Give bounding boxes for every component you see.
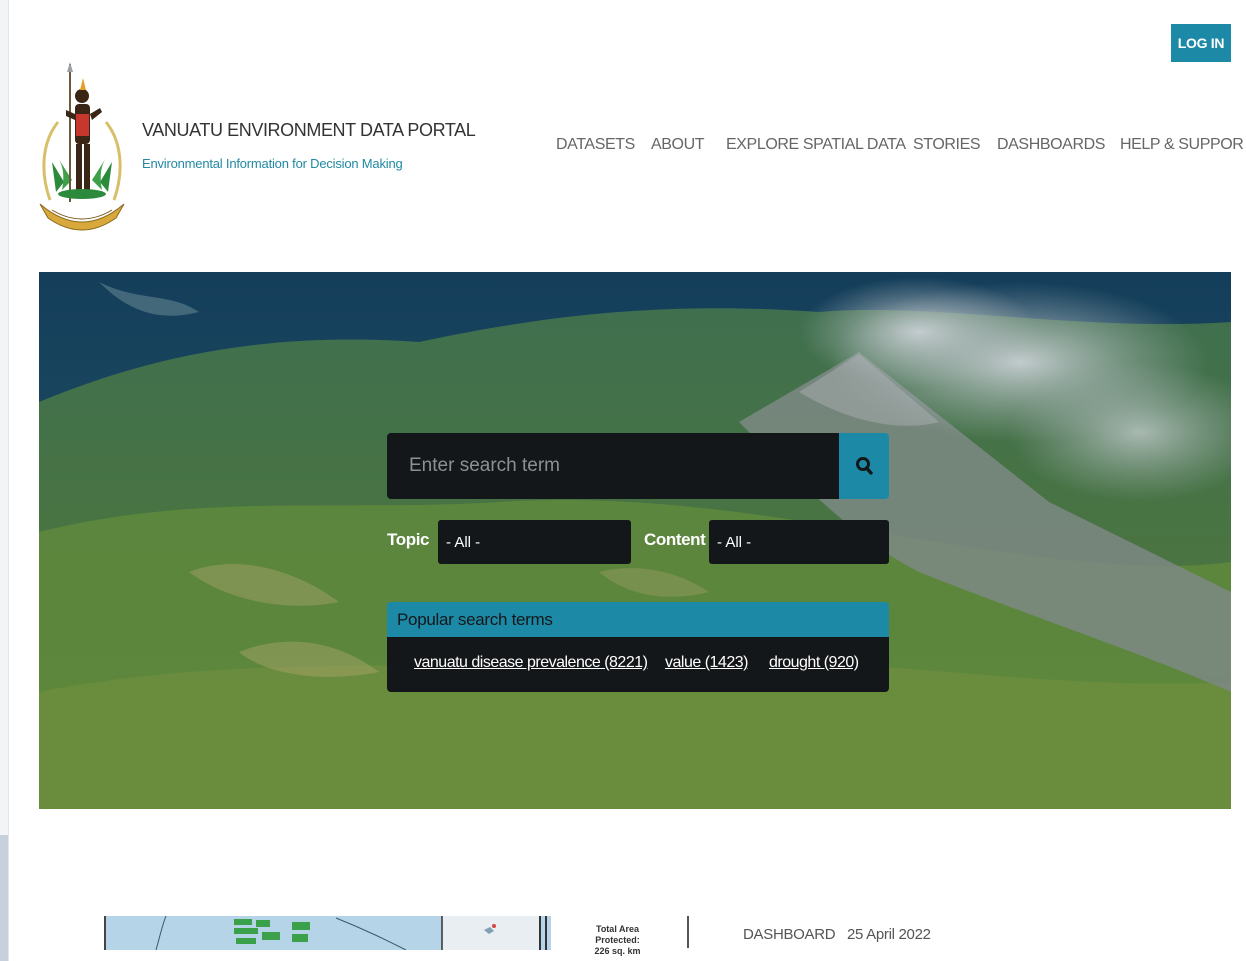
featured-dashboard-thumbnail[interactable] — [104, 916, 551, 950]
dashboard-map-thumbnail-image — [106, 916, 551, 950]
window-left-edge — [0, 0, 9, 961]
vanuatu-coat-of-arms-logo — [39, 62, 125, 231]
site-title[interactable]: VANUATU ENVIRONMENT DATA PORTAL — [142, 120, 476, 141]
hero-volcano-landscape-image — [39, 272, 1231, 809]
popular-term-link[interactable]: vanuatu disease prevalence (8221) — [414, 654, 648, 672]
popular-term-link[interactable]: value (1423) — [665, 654, 748, 672]
dashboard-thumbnail-caption: Total Area Protected: 226 sq. km — [594, 924, 641, 956]
nav-explore-spatial-data[interactable]: EXPLORE SPATIAL DATA — [726, 136, 906, 154]
topic-select[interactable]: - All - — [438, 520, 631, 564]
card-divider — [687, 916, 689, 948]
popular-search-panel: Popular search terms vanuatu disease pre… — [387, 602, 889, 692]
card-date: 25 April 2022 — [847, 926, 931, 943]
content-label: Content — [644, 530, 706, 549]
search-input[interactable] — [387, 433, 839, 499]
card-type-label: DASHBOARD — [743, 926, 836, 943]
site-tagline: Environmental Information for Decision M… — [142, 156, 403, 171]
nav-help-support[interactable]: HELP & SUPPOR — [1120, 136, 1244, 154]
edge-shade — [0, 835, 8, 961]
main-nav: DATASETS ABOUT EXPLORE SPATIAL DATA STOR… — [556, 136, 1244, 158]
popular-search-terms: vanuatu disease prevalence (8221) value … — [387, 637, 889, 692]
login-button[interactable]: LOG IN — [1171, 24, 1231, 62]
search-icon — [856, 457, 873, 475]
search-button[interactable] — [839, 433, 889, 499]
topic-label: Topic — [387, 530, 430, 549]
nav-dashboards[interactable]: DASHBOARDS — [997, 136, 1105, 154]
popular-search-title: Popular search terms — [387, 602, 889, 637]
popular-term-link[interactable]: drought (920) — [769, 654, 859, 672]
hero-banner: Topic - All - Content - All - Popular se… — [39, 272, 1231, 809]
content-select[interactable]: - All - — [709, 520, 889, 564]
nav-datasets[interactable]: DATASETS — [556, 136, 635, 154]
nav-stories[interactable]: STORIES — [913, 136, 981, 154]
search-box — [387, 433, 839, 499]
nav-about[interactable]: ABOUT — [651, 136, 705, 154]
